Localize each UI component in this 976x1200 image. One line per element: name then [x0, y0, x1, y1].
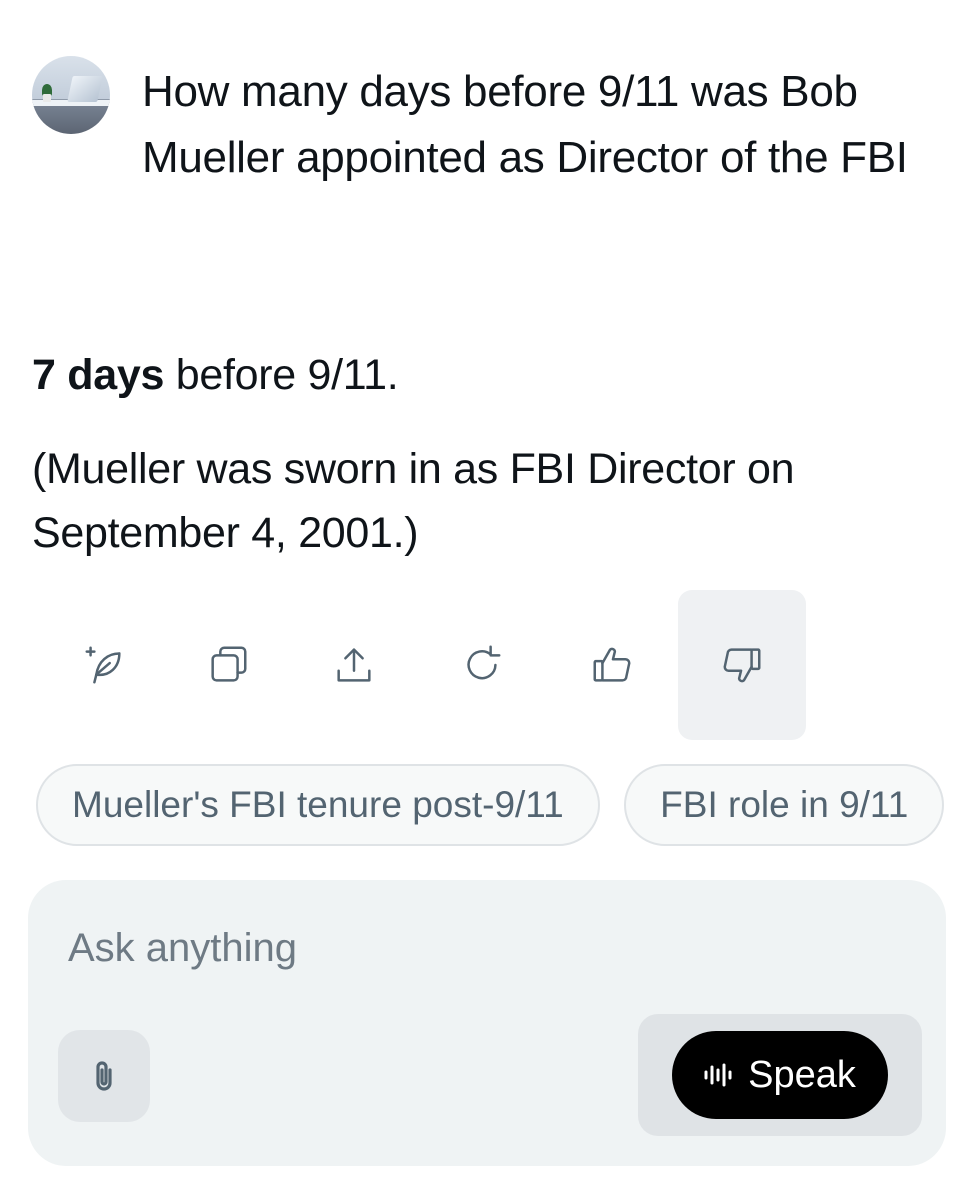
attach-button[interactable]: [58, 1030, 150, 1122]
thumbs-down-button[interactable]: [678, 590, 806, 740]
response-actions: [40, 590, 820, 740]
answer-line: 7 days before 9/11.: [32, 343, 952, 407]
ask-input[interactable]: [68, 916, 888, 980]
edit-icon: [85, 646, 121, 684]
answer-bold: 7 days: [32, 351, 165, 399]
suggestion-chip[interactable]: Mueller's FBI tenure post-9/11: [36, 764, 600, 846]
speak-label: Speak: [748, 1053, 856, 1096]
user-message: How many days before 9/11 was Bob Muelle…: [32, 56, 952, 191]
thumbs-up-button[interactable]: [548, 590, 676, 740]
answer-detail: (Mueller was sworn in as FBI Director on…: [32, 445, 795, 557]
paperclip-icon: [96, 1061, 112, 1091]
avatar[interactable]: [32, 56, 110, 134]
thumbs-up-icon: [593, 647, 631, 682]
regenerate-button[interactable]: [418, 590, 546, 740]
copy-button[interactable]: [164, 590, 292, 740]
share-icon: [337, 648, 371, 682]
suggestion-chips: Mueller's FBI tenure post-9/11 FBI role …: [36, 764, 976, 846]
share-button[interactable]: [290, 590, 418, 740]
voice-waveform-icon: [704, 1063, 732, 1087]
copy-icon: [211, 646, 247, 682]
regenerate-icon: [467, 645, 501, 680]
suggestion-chip[interactable]: FBI role in 9/11: [624, 764, 945, 846]
user-message-text: How many days before 9/11 was Bob Muelle…: [142, 67, 908, 182]
thumbs-down-icon: [723, 648, 761, 683]
composer: Speak: [28, 880, 946, 1166]
edit-button[interactable]: [40, 590, 168, 740]
answer-rest: before 9/11.: [164, 351, 399, 399]
speak-area: Speak: [638, 1014, 922, 1136]
speak-button[interactable]: Speak: [672, 1031, 888, 1119]
assistant-response: 7 days before 9/11. (Mueller was sworn i…: [32, 343, 952, 565]
